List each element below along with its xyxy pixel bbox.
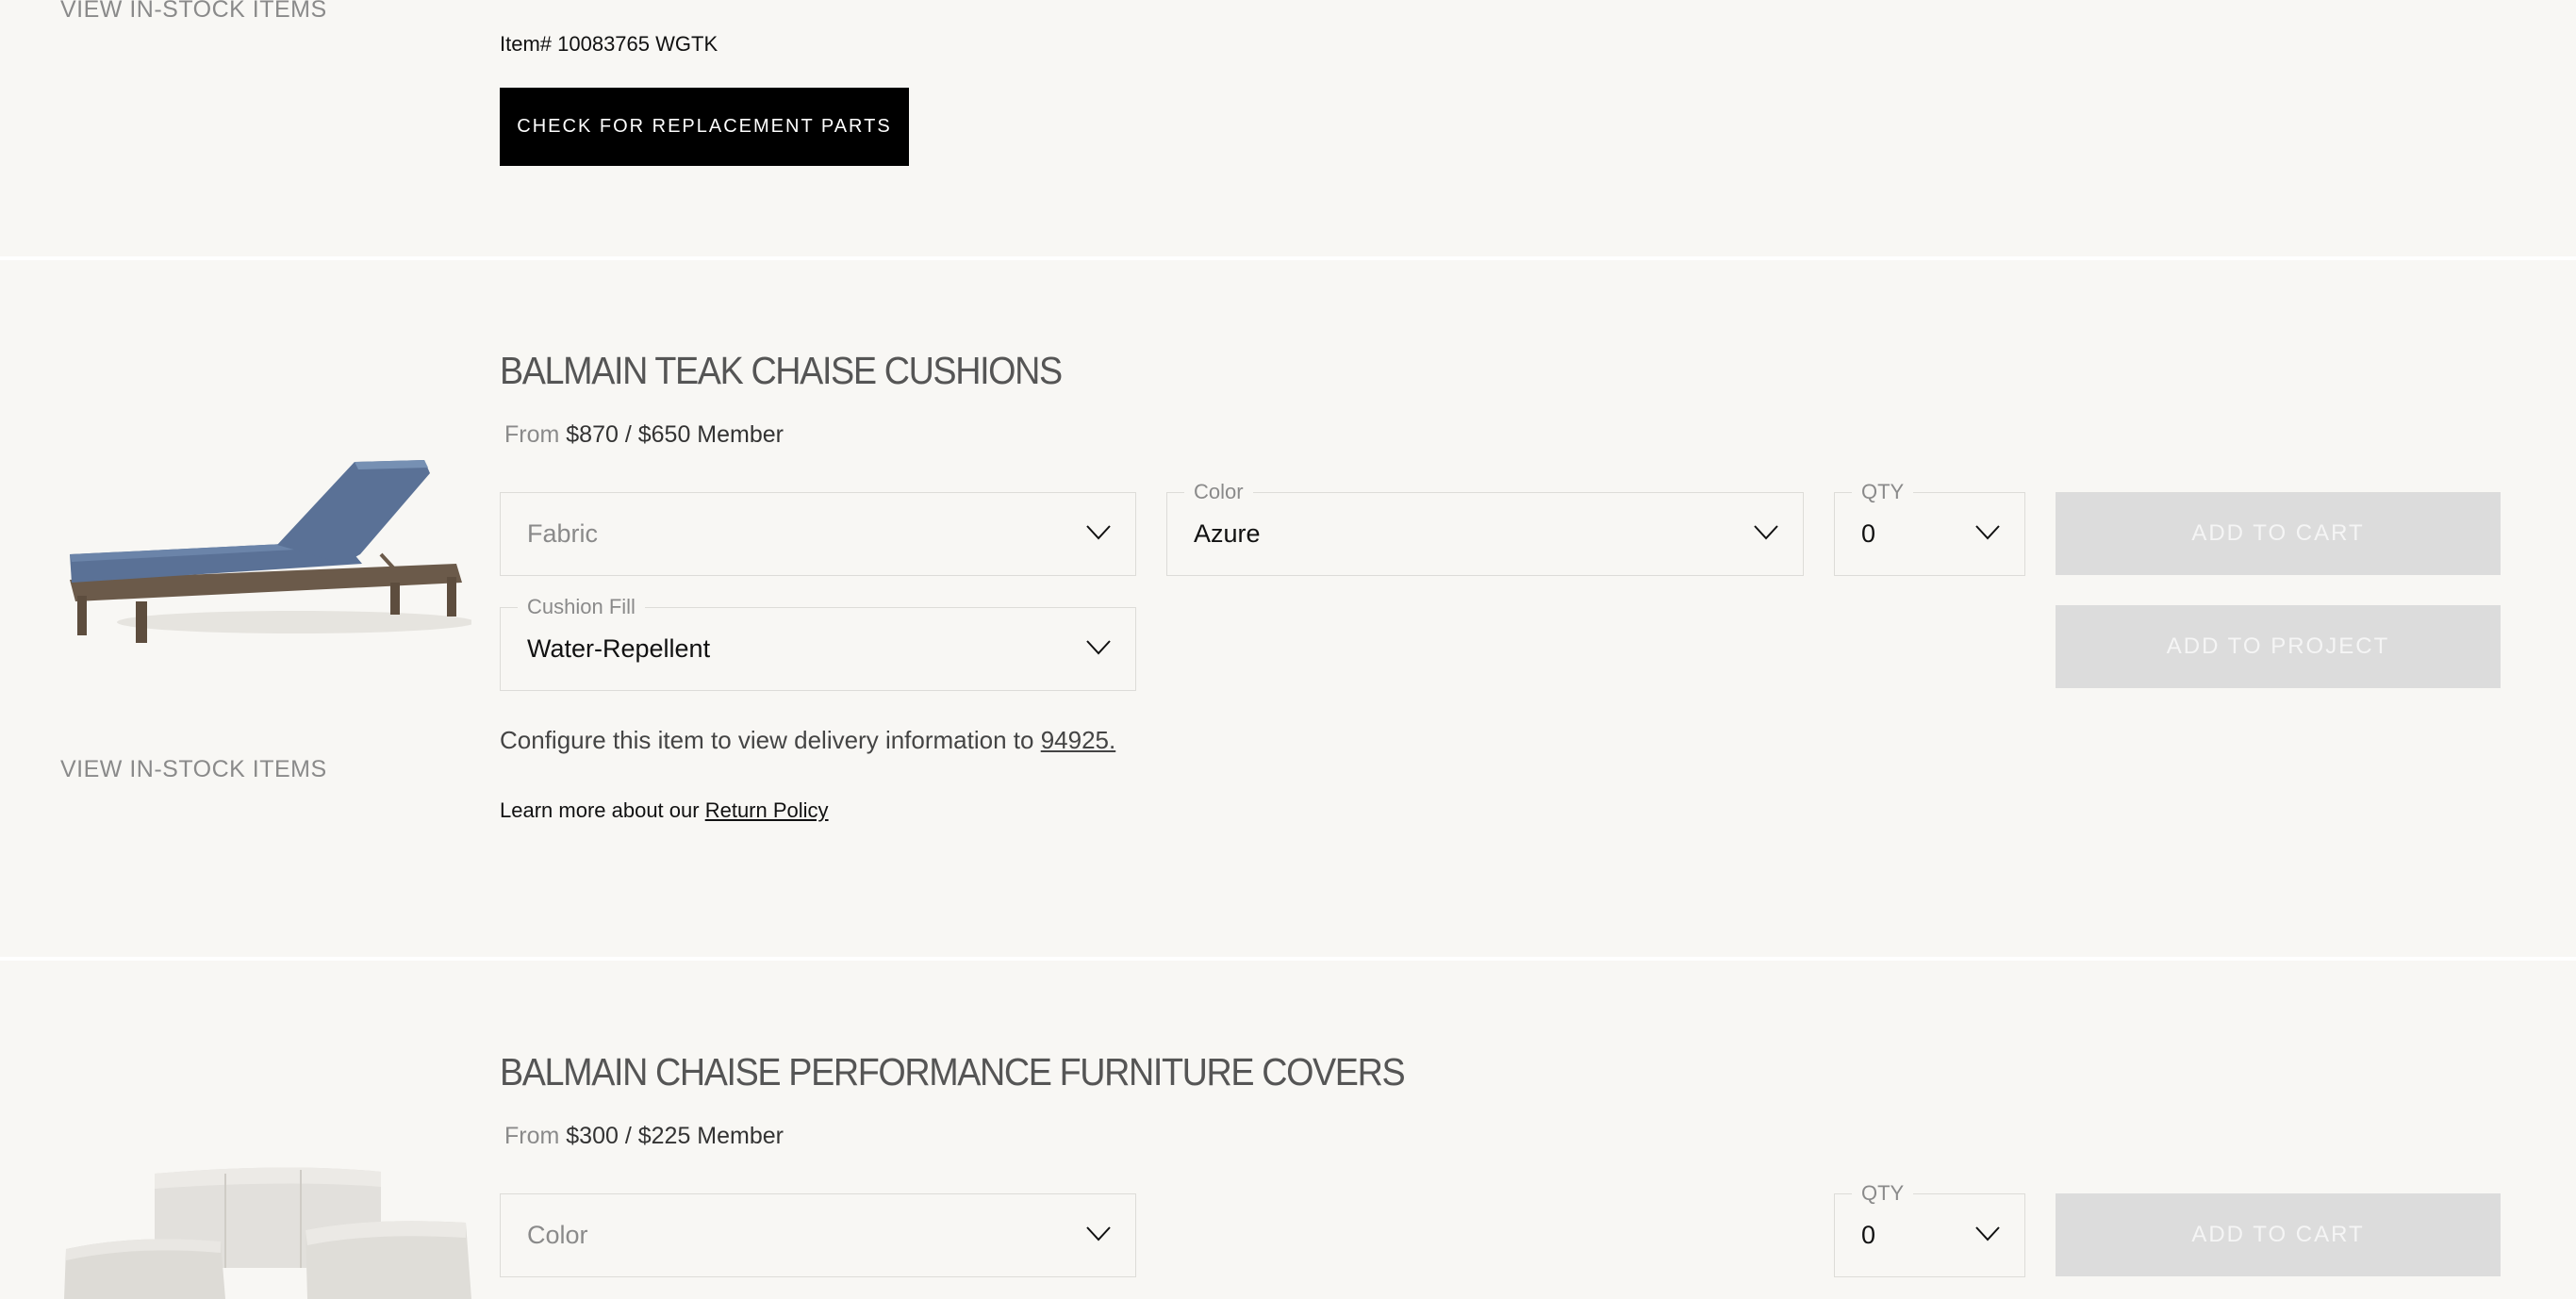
cushion-fill-value: Water-Repellent — [527, 634, 711, 663]
price-from-label: From — [504, 421, 560, 448]
view-in-stock-link[interactable]: VIEW IN-STOCK ITEMS — [60, 0, 327, 24]
product-price: From $870 / $650 Member — [504, 421, 784, 449]
qty-label: QTY — [1852, 480, 1914, 504]
qty-value: 0 — [1861, 1221, 1876, 1249]
cushion-fill-label: Cushion Fill — [518, 595, 645, 619]
qty-label: QTY — [1852, 1181, 1914, 1206]
cushion-fill-select[interactable]: Cushion Fill Water-Repellent — [500, 595, 1136, 691]
add-to-cart-button[interactable]: ADD TO CART — [2056, 492, 2501, 575]
product-image-chaise[interactable] — [60, 443, 475, 650]
chevron-down-icon — [1975, 525, 2000, 540]
view-in-stock-link[interactable]: VIEW IN-STOCK ITEMS — [60, 756, 327, 783]
color-select[interactable]: Color — [500, 1193, 1136, 1277]
fabric-placeholder: Fabric — [527, 519, 599, 548]
qty-select[interactable]: QTY 0 — [1834, 1181, 2025, 1277]
zip-code-link[interactable]: 94925. — [1041, 726, 1116, 754]
covers-illustration — [64, 1167, 471, 1299]
add-to-cart-button[interactable]: ADD TO CART — [2056, 1193, 2501, 1276]
price-value: $870 / $650 Member — [566, 421, 784, 448]
color-placeholder: Color — [527, 1221, 588, 1249]
delivery-text: Configure this item to view delivery inf… — [500, 726, 1034, 754]
color-label: Color — [1184, 480, 1253, 504]
price-value: $300 / $225 Member — [566, 1123, 784, 1149]
fabric-select[interactable]: Fabric — [500, 492, 1136, 576]
chevron-down-icon — [1086, 525, 1111, 540]
chevron-down-icon — [1754, 525, 1778, 540]
policy-text: Learn more about our — [500, 798, 700, 822]
return-policy-info: Learn more about our Return Policy — [500, 798, 829, 823]
product-title[interactable]: BALMAIN CHAISE PERFORMANCE FURNITURE COV… — [500, 1050, 1406, 1094]
return-policy-link[interactable]: Return Policy — [705, 798, 829, 822]
section-divider — [0, 256, 2576, 260]
delivery-info: Configure this item to view delivery inf… — [500, 726, 1115, 755]
color-value: Azure — [1194, 519, 1261, 548]
check-replacement-parts-button[interactable]: CHECK FOR REPLACEMENT PARTS — [500, 88, 909, 166]
qty-select[interactable]: QTY 0 — [1834, 480, 2025, 576]
color-select[interactable]: Color Azure — [1166, 480, 1804, 576]
product-image-covers[interactable] — [60, 1155, 471, 1299]
chevron-down-icon — [1086, 1226, 1111, 1241]
price-from-label: From — [504, 1123, 560, 1149]
qty-value: 0 — [1861, 519, 1876, 548]
section-divider — [0, 957, 2576, 961]
product-price: From $300 / $225 Member — [504, 1123, 784, 1150]
product-title[interactable]: BALMAIN TEAK CHAISE CUSHIONS — [500, 349, 1063, 393]
chevron-down-icon — [1086, 640, 1111, 655]
item-number: Item# 10083765 WGTK — [500, 32, 718, 56]
chevron-down-icon — [1975, 1226, 2000, 1241]
chaise-illustration — [70, 460, 475, 643]
add-to-project-button[interactable]: ADD TO PROJECT — [2056, 605, 2501, 688]
